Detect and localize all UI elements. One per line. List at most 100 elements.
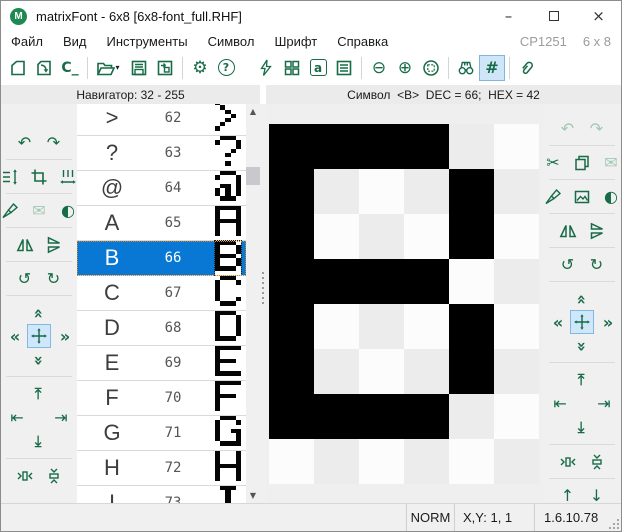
pixel-cell[interactable] [494, 304, 539, 349]
row-height-button[interactable] [0, 166, 21, 187]
pixel-cell[interactable] [359, 349, 404, 394]
fill-brush-button[interactable] [542, 186, 564, 207]
pixel-cell[interactable] [494, 169, 539, 214]
toggle-grid-button[interactable]: # [479, 55, 505, 81]
pixel-cell[interactable] [449, 349, 494, 394]
list-item[interactable]: >62 [77, 104, 246, 136]
pixel-cell[interactable] [359, 259, 404, 304]
pixel-cell[interactable] [314, 259, 359, 304]
new-font-button[interactable] [5, 55, 31, 81]
crop-button[interactable] [28, 166, 50, 187]
menu-item[interactable]: Вид [53, 32, 97, 51]
save-font-as-button[interactable] [152, 55, 178, 81]
rotate-left-button[interactable]: ↺ [557, 254, 579, 275]
menu-item[interactable]: Файл [1, 32, 53, 51]
pixel-cell[interactable] [404, 259, 449, 304]
pixel-cell[interactable] [269, 394, 314, 439]
list-item[interactable]: I73 [77, 486, 246, 503]
menu-item[interactable]: Справка [327, 32, 398, 51]
pixel-cell[interactable] [359, 124, 404, 169]
rotate-right-button[interactable]: ↻ [43, 268, 65, 289]
optimize-button[interactable] [253, 55, 279, 81]
pixel-cell[interactable] [449, 439, 494, 484]
center-vertical-button[interactable] [43, 465, 65, 486]
rotate-left-button[interactable]: ↺ [14, 268, 36, 289]
undo-button[interactable]: ↶ [14, 132, 36, 153]
pixel-cell[interactable] [404, 214, 449, 259]
flip-horizontal-button[interactable] [557, 220, 579, 241]
zoom-fit-button[interactable] [418, 55, 444, 81]
pixel-cell[interactable] [314, 349, 359, 394]
pixel-cell[interactable] [269, 169, 314, 214]
snap-right-button[interactable]: ⇥ [593, 393, 615, 414]
center-horizontal-button[interactable] [557, 451, 579, 472]
shift-down-button[interactable]: » [571, 335, 593, 356]
open-dropdown-caret[interactable]: ▾ [116, 63, 124, 72]
snap-top-button[interactable]: ⇤ [28, 383, 50, 404]
pixel-cell[interactable] [359, 394, 404, 439]
shift-right-button[interactable]: » [596, 312, 618, 333]
paste-button[interactable]: ✉ [28, 200, 50, 221]
close-button[interactable]: × [576, 1, 621, 31]
shift-up-button[interactable]: « [571, 288, 593, 309]
rotate-right-button[interactable]: ↻ [586, 254, 608, 275]
scroll-track[interactable] [246, 119, 260, 488]
menu-item[interactable]: Инструменты [97, 32, 198, 51]
scroll-up-arrow[interactable]: ▲ [246, 104, 260, 119]
center-vertical-button[interactable] [586, 451, 608, 472]
pixel-cell[interactable] [449, 169, 494, 214]
shift-left-button[interactable]: « [546, 312, 568, 333]
preview-text-button[interactable] [331, 55, 357, 81]
pixel-cell[interactable] [269, 439, 314, 484]
redo-button[interactable]: ↷ [43, 132, 65, 153]
pixel-cell[interactable] [269, 214, 314, 259]
pixel-cell[interactable] [494, 439, 539, 484]
pixel-cell[interactable] [449, 394, 494, 439]
shift-down-button[interactable]: » [28, 349, 50, 370]
shift-up-button[interactable]: « [28, 302, 50, 323]
invert-button[interactable]: ◐ [57, 200, 79, 221]
pixel-cell[interactable] [494, 259, 539, 304]
redo-button[interactable]: ↷ [586, 118, 608, 139]
pixel-cell[interactable] [449, 259, 494, 304]
cut-button[interactable]: ✂ [542, 152, 564, 173]
undo-button[interactable]: ↶ [557, 118, 579, 139]
fill-brush-button[interactable] [0, 200, 21, 221]
scroll-down-arrow[interactable]: ▼ [246, 488, 260, 503]
move-mode-button[interactable] [27, 324, 51, 348]
pixel-cell[interactable] [359, 169, 404, 214]
pixel-cell[interactable] [494, 124, 539, 169]
pixel-cell[interactable] [404, 124, 449, 169]
list-item[interactable]: A65 [77, 206, 246, 241]
new-blank-font-button[interactable]: C_ [57, 55, 83, 81]
list-item[interactable]: F70 [77, 381, 246, 416]
col-width-button[interactable] [57, 166, 79, 187]
pixel-cell[interactable] [269, 349, 314, 394]
pixel-cell[interactable] [269, 304, 314, 349]
zoom-out-button[interactable]: ⊖ [366, 55, 392, 81]
flip-horizontal-button[interactable] [14, 234, 36, 255]
save-font-button[interactable] [126, 55, 152, 81]
zoom-in-button[interactable]: ⊕ [392, 55, 418, 81]
flip-vertical-button[interactable] [43, 234, 65, 255]
snap-bottom-button[interactable]: ⇥ [28, 431, 50, 452]
menu-item[interactable]: Шрифт [264, 32, 327, 51]
list-item[interactable]: @64 [77, 171, 246, 206]
snap-left-button[interactable]: ⇤ [6, 407, 28, 428]
scroll-thumb[interactable] [246, 167, 260, 185]
list-item[interactable]: D68 [77, 311, 246, 346]
pixel-cell[interactable] [269, 124, 314, 169]
list-item[interactable]: ?63 [77, 136, 246, 171]
charmap-button[interactable] [279, 55, 305, 81]
pixel-cell[interactable] [404, 349, 449, 394]
open-font-button[interactable]: ▾ [92, 55, 126, 81]
pixel-cell[interactable] [494, 394, 539, 439]
flip-vertical-button[interactable] [586, 220, 608, 241]
pixel-cell[interactable] [494, 214, 539, 259]
snap-top-button[interactable]: ⇤ [571, 369, 593, 390]
pixel-cell[interactable] [449, 214, 494, 259]
pixel-cell[interactable] [314, 214, 359, 259]
pixel-cell[interactable] [404, 394, 449, 439]
snap-bottom-button[interactable]: ⇥ [571, 417, 593, 438]
find-button[interactable] [453, 55, 479, 81]
